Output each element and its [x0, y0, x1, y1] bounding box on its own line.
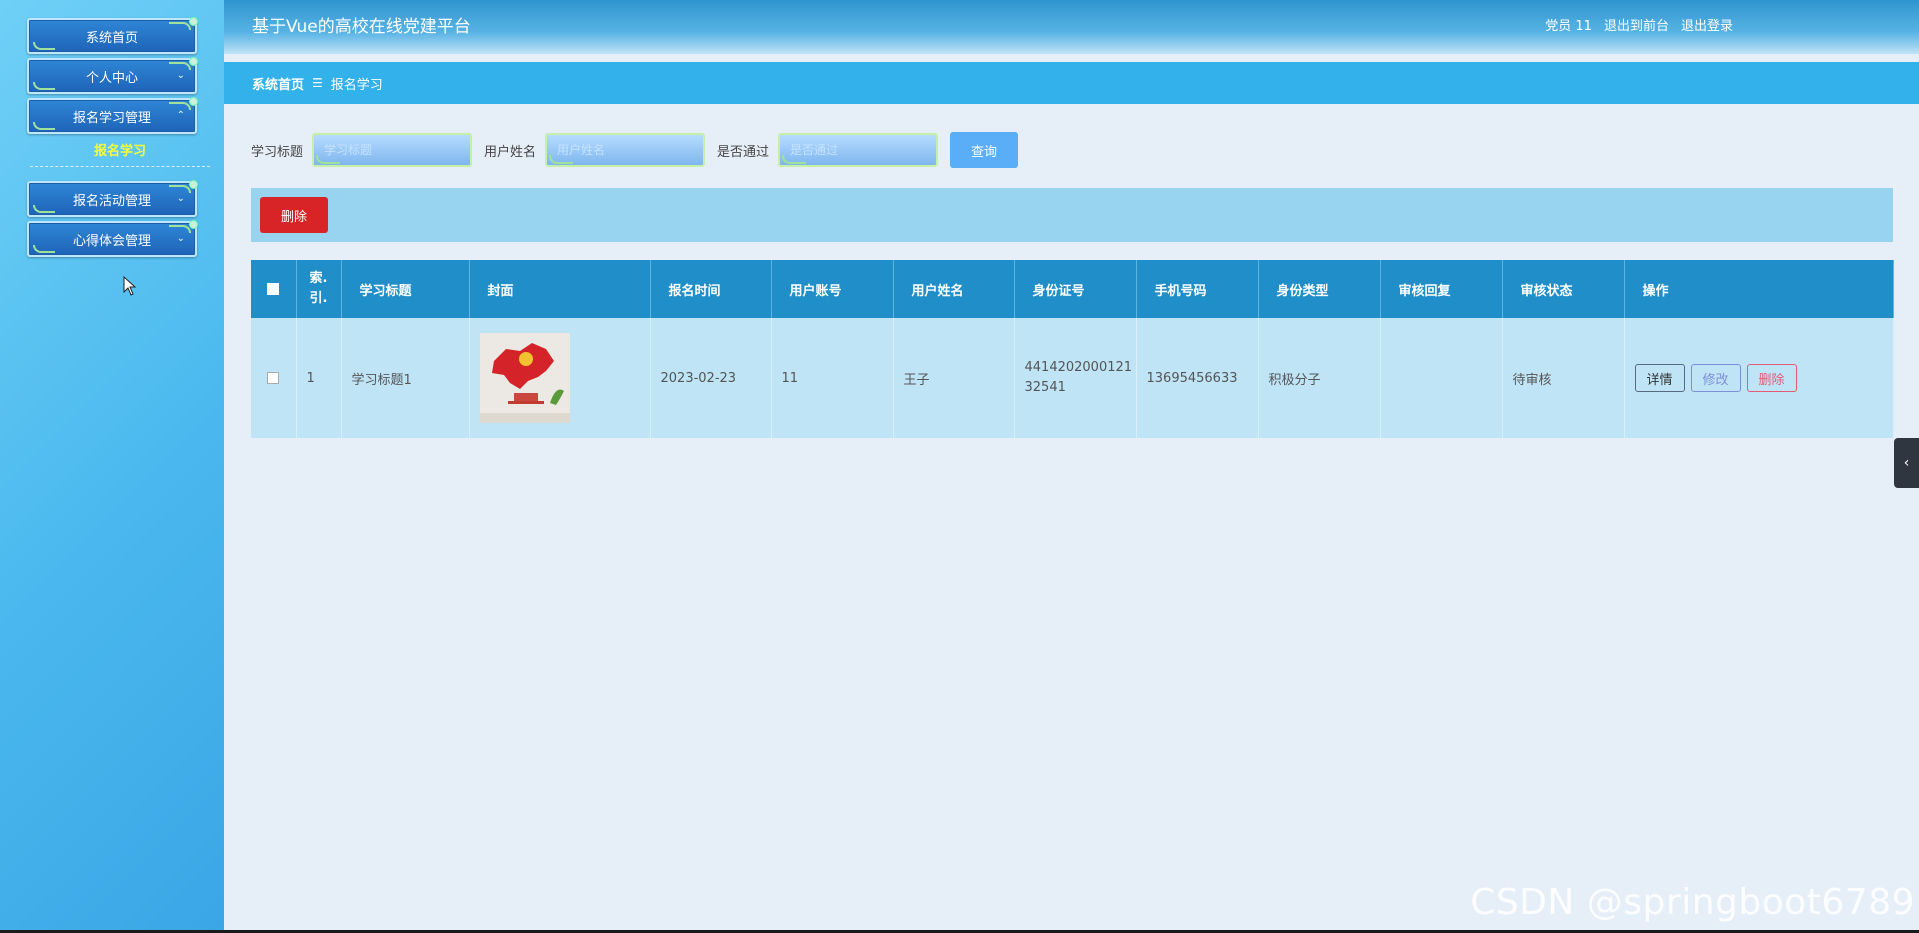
- breadcrumb-current: 报名学习: [330, 77, 383, 93]
- row-phone: 13695456633: [1136, 318, 1259, 438]
- batch-delete-button[interactable]: 删除: [260, 197, 328, 233]
- sidebar-item-activity-signup[interactable]: 报名活动管理 ⌄: [27, 180, 198, 217]
- pass-field-wrapper: [778, 133, 939, 167]
- top-header: 基于Vue的高校在线党建平台 党员 11 退出到前台 退出登录: [224, 0, 1919, 54]
- name-label: 用户姓名: [484, 144, 537, 160]
- col-review-reply: 审核回复: [1380, 260, 1503, 318]
- col-title: 学习标题: [341, 260, 470, 318]
- row-name: 王子: [893, 318, 1015, 438]
- row-select-cell: [251, 318, 297, 438]
- col-identity-type: 身份类型: [1258, 260, 1381, 318]
- header-user-area: 党员 11 退出到前台 退出登录: [1545, 15, 1733, 34]
- sidebar-item-personal-center[interactable]: 个人中心 ⌄: [27, 57, 198, 94]
- row-account: 11: [771, 318, 894, 438]
- row-checkbox[interactable]: [267, 372, 280, 384]
- sidebar-item-experience[interactable]: 心得体会管理 ⌄: [27, 220, 198, 257]
- sidebar: 系统首页 个人中心 ⌄ 报名学习管理 ⌃ 报名学习 报名活动管理 ⌄ 心得体会管…: [0, 0, 224, 933]
- chevron-down-icon: ⌄: [176, 70, 185, 81]
- row-index: 1: [296, 318, 342, 438]
- col-phone: 手机号码: [1136, 260, 1259, 318]
- logout-link[interactable]: 退出登录: [1681, 15, 1733, 34]
- breadcrumb: 系统首页 ☰ 报名学习: [224, 62, 1919, 104]
- col-account: 用户账号: [771, 260, 894, 318]
- chevron-down-icon: ⌄: [176, 193, 185, 204]
- row-review-reply: [1380, 318, 1503, 438]
- col-index: 索. 引.: [296, 260, 342, 318]
- delete-button[interactable]: 删除: [1746, 364, 1797, 392]
- title-field-wrapper: [312, 133, 473, 167]
- sidebar-item-label: 系统首页: [85, 30, 138, 46]
- sidebar-item-label: 心得体会管理: [72, 233, 151, 249]
- row-identity-type: 积极分子: [1258, 318, 1381, 438]
- sidebar-item-study-signup[interactable]: 报名学习管理 ⌃: [27, 97, 198, 134]
- name-field-wrapper: [545, 133, 706, 167]
- data-table: 索. 引. 学习标题 封面 报名时间 用户账号 用户姓名 身份证号 手机号码 身份…: [251, 260, 1894, 438]
- col-operations: 操作: [1624, 260, 1894, 318]
- query-button[interactable]: 查询: [950, 132, 1019, 168]
- row-id-number: 4414202000121 32541: [1014, 318, 1137, 438]
- col-id-number: 身份证号: [1014, 260, 1137, 318]
- pass-label: 是否通过: [717, 144, 770, 160]
- table-header-row: 索. 引. 学习标题 封面 报名时间 用户账号 用户姓名 身份证号 手机号码 身份…: [251, 260, 1894, 318]
- select-all-checkbox[interactable]: [267, 283, 280, 295]
- pass-search-input[interactable]: [790, 135, 937, 165]
- search-bar: 学习标题 用户姓名 是否通过 查询: [251, 132, 1019, 168]
- sidebar-item-label: 报名学习管理: [72, 110, 151, 126]
- submenu-divider: [30, 166, 210, 167]
- table-row: 1 学习标题1 2023-02-23 11 王子 4414202000121 3…: [251, 318, 1894, 438]
- chevron-left-icon[interactable]: ‹: [1894, 438, 1919, 488]
- sidebar-item-home[interactable]: 系统首页: [27, 17, 198, 54]
- col-review-status: 审核状态: [1502, 260, 1625, 318]
- current-user: 党员 11: [1545, 19, 1592, 34]
- action-bar: 删除: [251, 188, 1893, 242]
- chevron-down-icon: ⌄: [176, 233, 185, 244]
- detail-button[interactable]: 详情: [1634, 364, 1685, 392]
- cover-image[interactable]: [479, 333, 570, 423]
- edit-button[interactable]: 修改: [1690, 364, 1741, 392]
- watermark: CSDN @springboot6789: [1470, 882, 1915, 923]
- row-title: 学习标题1: [341, 318, 470, 438]
- row-review-status: 待审核: [1502, 318, 1625, 438]
- row-cover-cell: [469, 318, 651, 438]
- col-cover: 封面: [469, 260, 651, 318]
- chevron-up-icon: ⌃: [176, 110, 185, 121]
- name-search-input[interactable]: [557, 135, 704, 165]
- row-op-group: 详情 修改 删除: [1634, 364, 1893, 392]
- row-signup-time: 2023-02-23: [650, 318, 772, 438]
- breadcrumb-home[interactable]: 系统首页: [252, 74, 304, 93]
- back-to-front-link[interactable]: 退出到前台: [1604, 15, 1669, 34]
- col-signup-time: 报名时间: [650, 260, 772, 318]
- title-label: 学习标题: [251, 144, 304, 160]
- col-name: 用户姓名: [893, 260, 1015, 318]
- title-search-input[interactable]: [324, 135, 471, 165]
- app-title: 基于Vue的高校在线党建平台: [252, 17, 471, 37]
- select-all-cell: [251, 260, 297, 318]
- row-operations: 详情 修改 删除: [1624, 318, 1894, 438]
- sidebar-item-label: 报名活动管理: [72, 193, 151, 209]
- sidebar-item-label: 个人中心: [85, 70, 138, 86]
- submenu-item-study-signup[interactable]: 报名学习: [30, 140, 210, 159]
- menu-lines-icon: ☰: [312, 76, 323, 90]
